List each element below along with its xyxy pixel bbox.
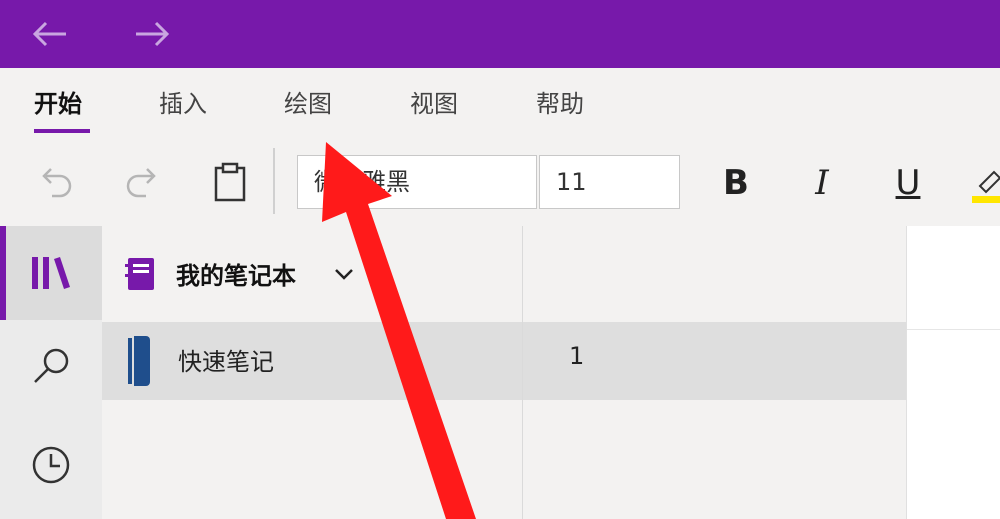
rail-selection-indicator [0,226,6,320]
section-tab-icon [128,336,150,386]
paste-button[interactable] [210,160,250,206]
title-bar [0,0,1000,68]
tab-help[interactable]: 帮助 [536,86,584,122]
notebooks-icon [32,257,70,289]
chevron-down-icon [335,269,353,280]
notebook-icon [125,258,154,290]
section-item[interactable]: 快速笔记 [102,322,522,400]
forward-arrow-icon[interactable] [132,18,172,50]
recent-nav-button[interactable] [0,414,102,508]
clock-icon [32,446,70,484]
search-nav-button[interactable] [0,320,102,414]
notebooks-nav-button[interactable] [0,226,102,320]
pages-pane: 1 [522,226,907,519]
tab-draw[interactable]: 绘图 [284,86,332,122]
redo-button[interactable] [122,160,162,204]
notebook-title: 我的笔记本 [176,262,296,290]
back-arrow-icon[interactable] [30,18,70,50]
tab-home[interactable]: 开始 [34,86,82,122]
font-name-field[interactable]: 微软雅黑 [297,155,537,209]
italic-button[interactable]: I [800,156,844,210]
notebook-selector[interactable]: 我的笔记本 [102,226,522,322]
undo-button[interactable] [36,160,76,204]
clipboard-icon [214,162,246,202]
section-label: 快速笔记 [178,348,274,376]
bold-button[interactable]: B [714,156,758,210]
font-size-field[interactable]: 11 [539,155,680,209]
highlight-button[interactable] [972,164,1000,210]
tab-view[interactable]: 视图 [410,86,458,122]
page-item[interactable]: 1 [523,322,907,400]
redo-icon [126,168,156,198]
search-icon [34,348,69,383]
undo-icon [42,168,72,198]
navigation-rail [0,226,102,519]
page-title: 1 [569,342,585,370]
tab-insert[interactable]: 插入 [159,86,207,122]
sections-pane: 我的笔记本 快速笔记 [102,226,522,519]
active-tab-indicator [34,129,90,133]
toolbar-divider [273,148,275,214]
underline-button[interactable]: U [886,156,930,210]
ribbon: 开始 插入 绘图 视图 帮助 微软雅黑 11 B I U [0,68,1000,226]
highlighter-icon [972,170,1000,203]
canvas-title-line [907,329,1000,330]
note-canvas[interactable] [906,226,1000,519]
